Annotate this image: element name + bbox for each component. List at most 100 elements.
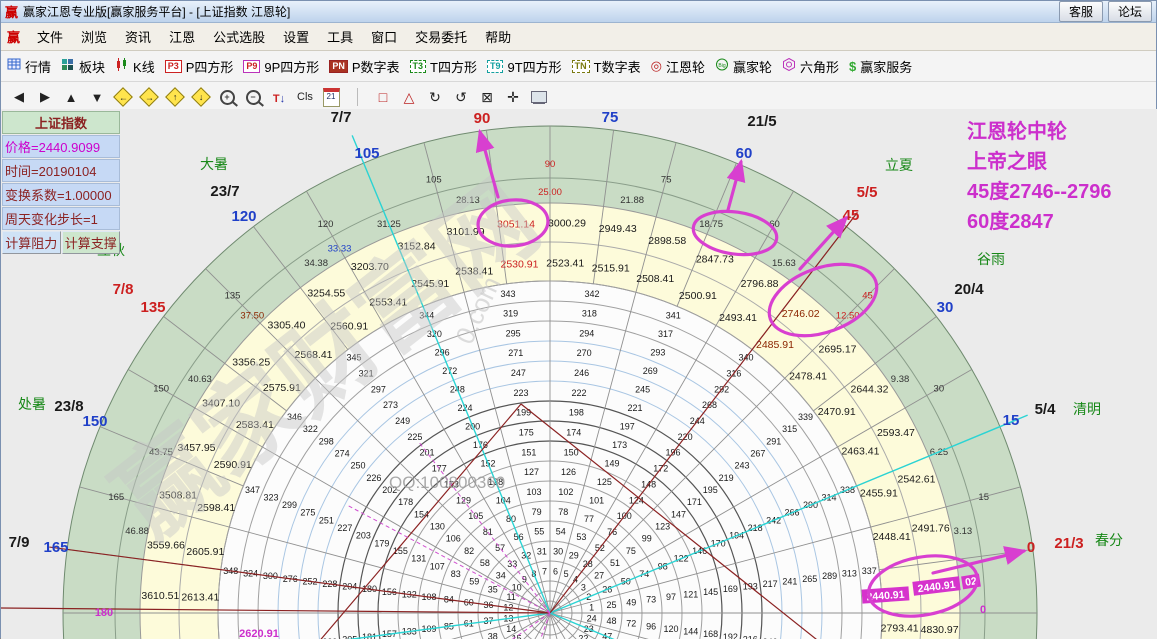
box-x-icon: ⊠ (481, 88, 493, 105)
toolbar-button-赢家服务[interactable]: $ 赢家服务 (849, 57, 912, 76)
customer-service-button[interactable]: 客服 (1058, 1, 1103, 22)
svg-text:149: 149 (604, 458, 619, 468)
menu-item-8[interactable]: 交易委托 (406, 28, 476, 47)
svg-text:11: 11 (507, 592, 516, 602)
square-button[interactable]: □ (371, 86, 395, 108)
svg-text:77: 77 (584, 514, 594, 524)
cls-button[interactable]: Cls (293, 86, 317, 108)
sep (345, 86, 369, 108)
toolbar-button-K线[interactable]: K线 (115, 57, 155, 76)
title-bar[interactable]: 赢 赢家江恩专业版[赢家服务平台] - [上证指数 江恩轮] 客服 论坛 (1, 1, 1156, 23)
menu-item-4[interactable]: 公式选股 (204, 28, 274, 47)
info-buttons: 计算阻力 计算支撑 (2, 231, 120, 254)
calc-support-button[interactable]: 计算支撑 (61, 231, 120, 254)
diamond-left-button[interactable]: ← (111, 86, 135, 108)
forum-button[interactable]: 论坛 (1107, 1, 1152, 22)
svg-text:20/4: 20/4 (954, 281, 984, 298)
box-p9-icon: P9 (243, 59, 261, 73)
svg-text:179: 179 (374, 538, 389, 548)
toolbar-button-板块[interactable]: 板块 (61, 57, 105, 76)
svg-text:37.50: 37.50 (240, 310, 264, 321)
svg-text:295: 295 (506, 328, 521, 338)
svg-text:78: 78 (558, 507, 568, 517)
svg-text:223: 223 (514, 388, 529, 398)
arrow-left-button[interactable]: ◀ (7, 86, 31, 108)
diamond-down-button[interactable]: ↓ (189, 86, 213, 108)
svg-text:15: 15 (1003, 412, 1020, 429)
svg-text:271: 271 (508, 348, 523, 358)
svg-text:291: 291 (766, 436, 781, 446)
toolbar-button-P数字表[interactable]: PN P数字表 (329, 57, 400, 76)
toolbar-button-9P四方形[interactable]: P9 9P四方形 (243, 57, 319, 76)
calendar-button[interactable]: 21 (319, 86, 343, 108)
rotate-cw-button[interactable]: ↻ (423, 86, 447, 108)
svg-text:59: 59 (469, 577, 479, 587)
menu-item-7[interactable]: 窗口 (362, 28, 406, 47)
toolbar-button-P四方形[interactable]: P3 P四方形 (164, 57, 233, 76)
toolbar-button-T四方形[interactable]: T3 T四方形 (409, 57, 477, 76)
center-button[interactable]: ✛ (501, 86, 525, 108)
svg-text:23/8: 23/8 (54, 398, 83, 415)
svg-text:3000.29: 3000.29 (548, 217, 586, 229)
calc-resistance-button[interactable]: 计算阻力 (2, 231, 61, 254)
menu-item-0[interactable]: 文件 (28, 28, 72, 47)
arrow-down-button[interactable]: ▼ (85, 86, 109, 108)
svg-text:2695.17: 2695.17 (819, 344, 857, 356)
svg-text:79: 79 (532, 507, 542, 517)
diamond-up-button[interactable]: ↑ (163, 86, 187, 108)
svg-text:120: 120 (663, 624, 678, 634)
svg-text:15: 15 (978, 492, 989, 503)
toolbar-button-江恩轮[interactable]: ◎ 江恩轮 (651, 57, 705, 76)
toolbar-button-9T四方形[interactable]: T9 9T四方形 (486, 57, 562, 76)
svg-text:131: 131 (411, 554, 426, 564)
zoom-out-button[interactable]: − (241, 86, 265, 108)
monitor-button[interactable] (527, 86, 551, 108)
svg-text:199: 199 (516, 408, 531, 418)
svg-text:2644.32: 2644.32 (850, 383, 888, 395)
svg-text:247: 247 (511, 368, 526, 378)
arrow-right-button[interactable]: ▶ (33, 86, 57, 108)
menu-item-5[interactable]: 设置 (274, 28, 318, 47)
diamond-right-button[interactable]: → (137, 86, 161, 108)
svg-text:2523.41: 2523.41 (546, 257, 584, 269)
menu-item-6[interactable]: 工具 (318, 28, 362, 47)
menu-item-1[interactable]: 浏览 (72, 28, 116, 47)
svg-text:谷雨: 谷雨 (977, 251, 1005, 267)
toolbar-label: 行情 (25, 59, 52, 75)
svg-text:2542.61: 2542.61 (897, 474, 935, 486)
svg-text:151: 151 (521, 447, 536, 457)
t-sort-icon: T↓ (272, 93, 286, 105)
info-row-2: 变换系数=1.00000 (2, 183, 120, 206)
svg-text:274: 274 (335, 449, 350, 459)
box-tn-icon: TN (571, 59, 590, 73)
svg-text:35: 35 (488, 584, 498, 594)
toolbar-button-六角形[interactable]: 六角形 (782, 57, 839, 76)
rotate-ccw-button[interactable]: ↺ (449, 86, 473, 108)
triangle-button[interactable]: △ (397, 86, 421, 108)
menu-item-9[interactable]: 帮助 (476, 28, 520, 47)
box-x-button[interactable]: ⊠ (475, 86, 499, 108)
svg-text:25: 25 (606, 600, 616, 610)
svg-text:33: 33 (507, 559, 517, 569)
info-row-0: 价格=2440.9099 (2, 135, 120, 158)
toolbar-button-赢家轮[interactable]: Big 赢家轮 (715, 57, 772, 76)
menu-item-2[interactable]: 资讯 (116, 28, 160, 47)
toolbar-button-行情[interactable]: 行情 (7, 57, 51, 76)
menu-item-3[interactable]: 江恩 (160, 28, 204, 47)
toolbar-label: 板块 (79, 59, 106, 75)
svg-text:48: 48 (606, 616, 616, 626)
arrow-up-button[interactable]: ▲ (59, 86, 83, 108)
zoom-in-button[interactable]: + (215, 86, 239, 108)
arrow-down-icon: ▼ (90, 89, 104, 105)
toolbar-button-T数字表[interactable]: TN T数字表 (571, 57, 641, 76)
t-sort-button[interactable]: T↓ (267, 86, 291, 108)
monitor-icon (531, 91, 547, 103)
note-line-0: 江恩轮中轮 (967, 121, 1067, 143)
svg-text:2898.58: 2898.58 (648, 235, 686, 247)
window-title: 赢家江恩专业版[赢家服务平台] - [上证指数 江恩轮] (23, 5, 291, 19)
svg-text:14: 14 (506, 624, 516, 634)
svg-text:7/7: 7/7 (331, 109, 352, 126)
svg-text:2485.91: 2485.91 (756, 339, 794, 351)
svg-text:7/9: 7/9 (9, 534, 30, 551)
toolbar-label: 六角形 (799, 59, 839, 75)
